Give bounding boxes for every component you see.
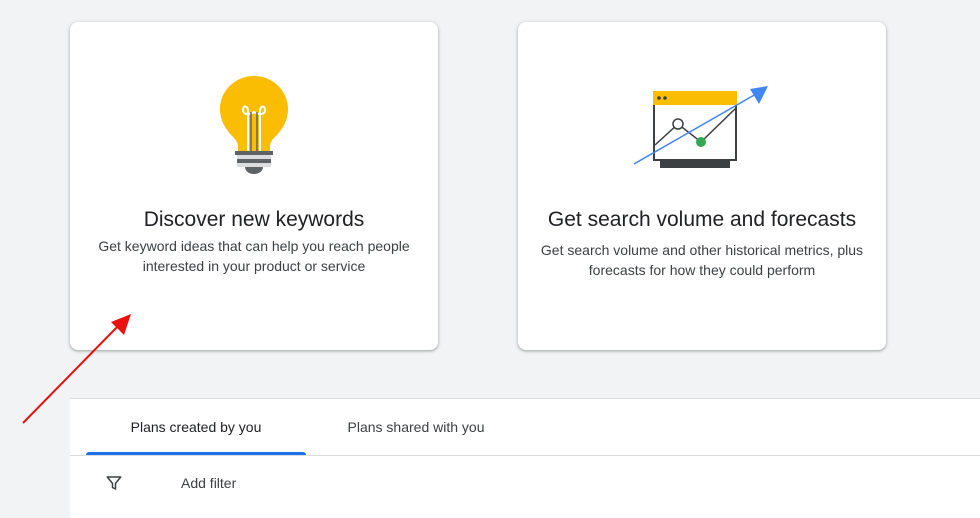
card-title: Get search volume and forecasts: [547, 208, 857, 231]
filter-icon[interactable]: [105, 474, 123, 492]
discover-keywords-text: Discover new keywords Get keyword ideas …: [86, 206, 422, 276]
trend-chart-icon: [633, 86, 768, 168]
plans-tabs: Plans created by you Plans shared with y…: [86, 399, 526, 455]
trend-chart-illustration: [518, 80, 886, 170]
plans-panel: Plans created by you Plans shared with y…: [70, 398, 980, 518]
lightbulb-illustration: [70, 72, 438, 194]
card-description: Get keyword ideas that can help you reac…: [98, 238, 410, 274]
tab-label: Plans shared with you: [347, 419, 485, 435]
lightbulb-icon: [220, 76, 288, 174]
tab-label: Plans created by you: [130, 419, 262, 435]
tab-plans-created-by-you[interactable]: Plans created by you: [86, 399, 306, 455]
discover-keywords-card[interactable]: Discover new keywords Get keyword ideas …: [70, 22, 438, 350]
add-filter-button[interactable]: Add filter: [181, 474, 236, 492]
card-description: Get search volume and other historical m…: [540, 242, 864, 278]
tab-plans-shared-with-you[interactable]: Plans shared with you: [306, 399, 526, 455]
search-volume-forecasts-text: Get search volume and forecasts Get sear…: [534, 206, 870, 280]
filter-bar: Add filter: [70, 456, 980, 512]
card-title: Discover new keywords: [143, 208, 365, 231]
search-volume-forecasts-card[interactable]: Get search volume and forecasts Get sear…: [518, 22, 886, 350]
